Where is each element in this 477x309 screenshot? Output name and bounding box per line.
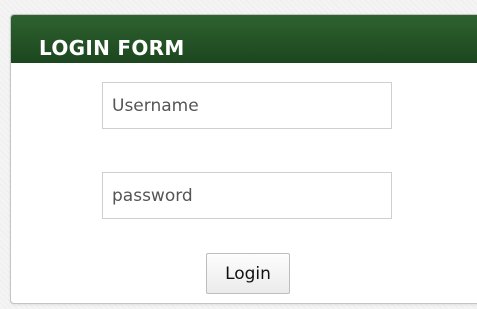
login-form-header: LOGIN FORM [11,15,477,63]
login-form-title: LOGIN FORM [39,36,185,60]
password-input[interactable] [102,172,392,219]
username-input[interactable] [102,82,392,129]
login-form-panel: LOGIN FORM Login [10,14,477,304]
login-button[interactable]: Login [206,253,290,294]
